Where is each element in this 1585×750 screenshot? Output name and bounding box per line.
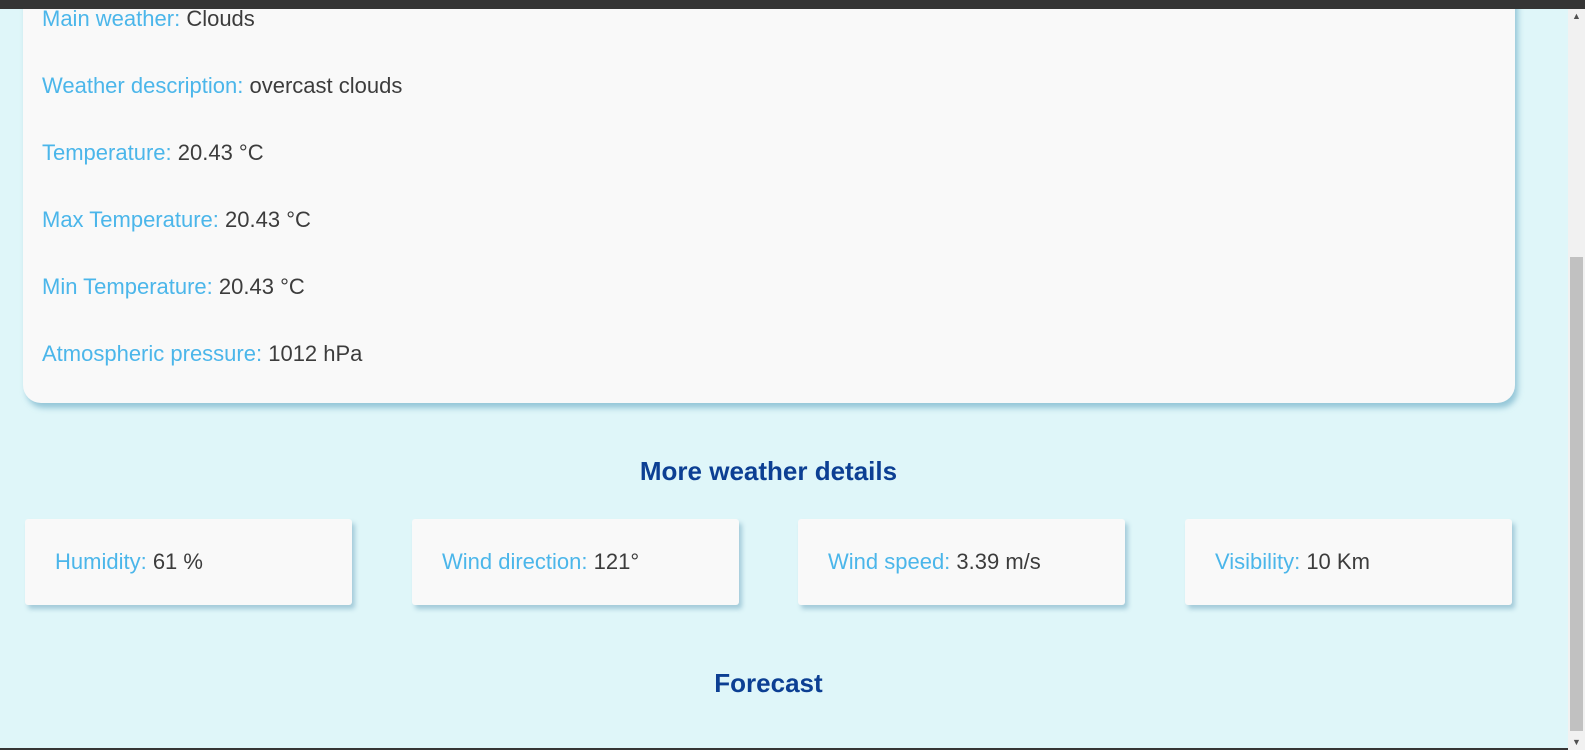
max-temperature-row: Max Temperature: 20.43 °C bbox=[42, 207, 311, 233]
scroll-up-icon[interactable]: ▲ bbox=[1568, 9, 1585, 24]
min-temperature-label: Min Temperature: bbox=[42, 274, 213, 299]
humidity-card: Humidity: 61 % bbox=[25, 519, 352, 605]
visibility-card: Visibility: 10 Km bbox=[1185, 519, 1512, 605]
wind-speed-value: 3.39 m/s bbox=[956, 549, 1041, 574]
wind-direction-value: 121° bbox=[593, 549, 640, 574]
humidity-info: Humidity: 61 % bbox=[55, 549, 203, 575]
atmospheric-pressure-label: Atmospheric pressure: bbox=[42, 341, 263, 366]
humidity-value: 61 % bbox=[152, 549, 203, 574]
max-temperature-label: Max Temperature: bbox=[42, 207, 219, 232]
wind-direction-label: Wind direction: bbox=[442, 549, 588, 574]
weather-description-label: Weather description: bbox=[42, 73, 244, 98]
weather-description-row: Weather description: overcast clouds bbox=[42, 73, 402, 99]
weather-description-value: overcast clouds bbox=[249, 73, 403, 98]
wind-speed-info: Wind speed: 3.39 m/s bbox=[828, 549, 1041, 575]
scroll-down-icon[interactable]: ▼ bbox=[1568, 735, 1585, 750]
max-temperature-value: 20.43 °C bbox=[225, 207, 311, 232]
window-top-bar bbox=[0, 0, 1585, 9]
visibility-value: 10 Km bbox=[1306, 549, 1370, 574]
temperature-row: Temperature: 20.43 °C bbox=[42, 140, 264, 166]
humidity-label: Humidity: bbox=[55, 549, 147, 574]
vertical-scrollbar[interactable]: ▲ ▼ bbox=[1568, 9, 1585, 750]
atmospheric-pressure-row: Atmospheric pressure: 1012 hPa bbox=[42, 341, 362, 367]
wind-speed-label: Wind speed: bbox=[828, 549, 951, 574]
min-temperature-value: 20.43 °C bbox=[218, 274, 305, 299]
main-weather-row: Main weather: Clouds bbox=[42, 9, 255, 32]
wind-direction-info: Wind direction: 121° bbox=[442, 549, 639, 575]
main-weather-label: Main weather: bbox=[42, 9, 181, 31]
temperature-label: Temperature: bbox=[42, 140, 172, 165]
page-viewport: Main weather: Clouds Weather description… bbox=[0, 9, 1568, 750]
atmospheric-pressure-value: 1012 hPa bbox=[268, 341, 363, 366]
scrollbar-thumb[interactable] bbox=[1570, 257, 1583, 731]
current-weather-card: Main weather: Clouds Weather description… bbox=[23, 9, 1515, 403]
min-temperature-row: Min Temperature: 20.43 °C bbox=[42, 274, 305, 300]
main-weather-value: Clouds bbox=[186, 9, 255, 31]
visibility-label: Visibility: bbox=[1215, 549, 1301, 574]
more-weather-details-heading: More weather details bbox=[639, 456, 898, 486]
visibility-info: Visibility: 10 Km bbox=[1215, 549, 1370, 575]
temperature-value: 20.43 °C bbox=[177, 140, 264, 165]
wind-speed-card: Wind speed: 3.39 m/s bbox=[798, 519, 1125, 605]
forecast-heading: Forecast bbox=[714, 668, 823, 698]
wind-direction-card: Wind direction: 121° bbox=[412, 519, 739, 605]
